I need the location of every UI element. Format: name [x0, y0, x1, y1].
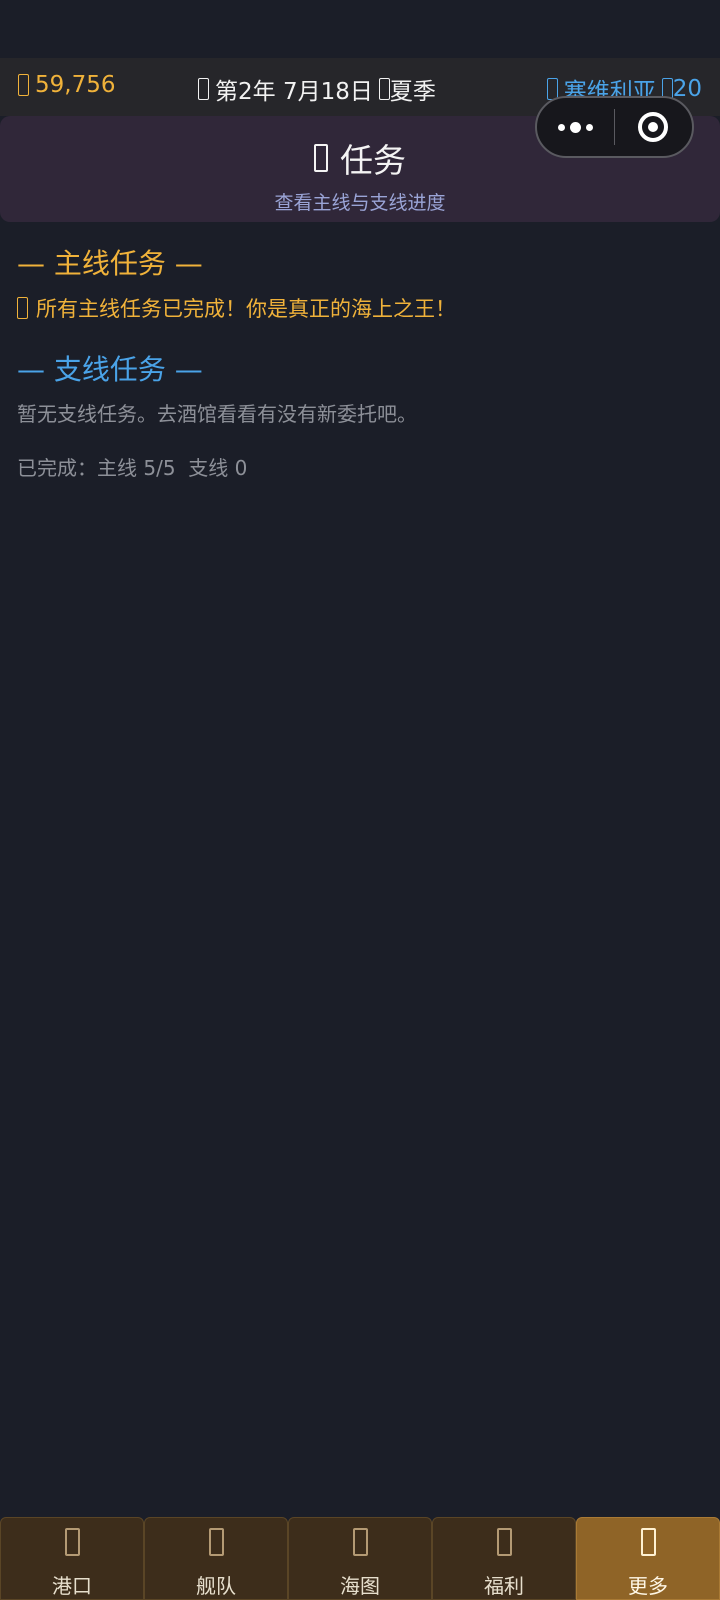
tab-label: 更多 [628, 1574, 668, 1598]
tab-welfare[interactable]: 福利 [432, 1517, 576, 1600]
more-icon [640, 1528, 656, 1556]
scroll-icon [314, 144, 328, 172]
system-status-bar [0, 0, 720, 58]
main-quest-message: 所有主线任务已完成！你是真正的海上之王！ [36, 297, 456, 321]
season-text: 夏季 [389, 79, 436, 105]
bottom-tab-bar: 港口 舰队 海图 福利 更多 [0, 1517, 720, 1600]
ship-count: 20 [672, 76, 702, 102]
completion-summary: 已完成：主线 5/5 支线 0 [17, 456, 248, 480]
calendar-icon [198, 78, 209, 100]
tab-label: 港口 [52, 1574, 92, 1598]
tab-fleet[interactable]: 舰队 [144, 1517, 288, 1600]
page-subtitle: 查看主线与支线进度 [274, 192, 446, 214]
tab-map[interactable]: 海图 [288, 1517, 432, 1600]
side-quest-message: 暂无支线任务。去酒馆看看有没有新委托吧。 [17, 402, 417, 426]
trophy-icon [17, 297, 28, 319]
close-mini-program-button[interactable] [615, 112, 692, 142]
tab-more[interactable]: 更多 [576, 1517, 720, 1600]
gold-amount: 59,756 [35, 72, 116, 98]
more-dots-icon-right [586, 123, 593, 131]
date-text: 第2年 7月18日 [215, 79, 373, 105]
tab-harbor[interactable]: 港口 [0, 1517, 144, 1600]
map-icon [352, 1528, 368, 1556]
tab-label: 海图 [340, 1574, 380, 1598]
gift-icon [496, 1528, 512, 1556]
harbor-icon [64, 1528, 80, 1556]
fleet-icon [208, 1528, 224, 1556]
target-icon [638, 112, 669, 142]
sun-icon [378, 78, 390, 100]
more-menu-button[interactable] [537, 121, 614, 133]
mini-program-capsule [535, 96, 694, 158]
gold-display: 59,756 [18, 72, 115, 98]
main-quest-status: 所有主线任务已完成！你是真正的海上之王！ [17, 293, 456, 323]
target-icon-dot [648, 122, 659, 132]
main-quest-heading: — 主线任务 — [17, 247, 203, 280]
coin-icon [18, 74, 29, 96]
more-dots-icon-center [570, 121, 581, 133]
date-display: 第2年 7月18日 夏季 [198, 72, 436, 106]
page-title-text: 任务 [340, 141, 406, 180]
more-dots-icon [558, 123, 565, 131]
side-quest-heading: — 支线任务 — [17, 353, 203, 386]
tab-label: 舰队 [196, 1574, 236, 1598]
tab-label: 福利 [484, 1574, 524, 1598]
